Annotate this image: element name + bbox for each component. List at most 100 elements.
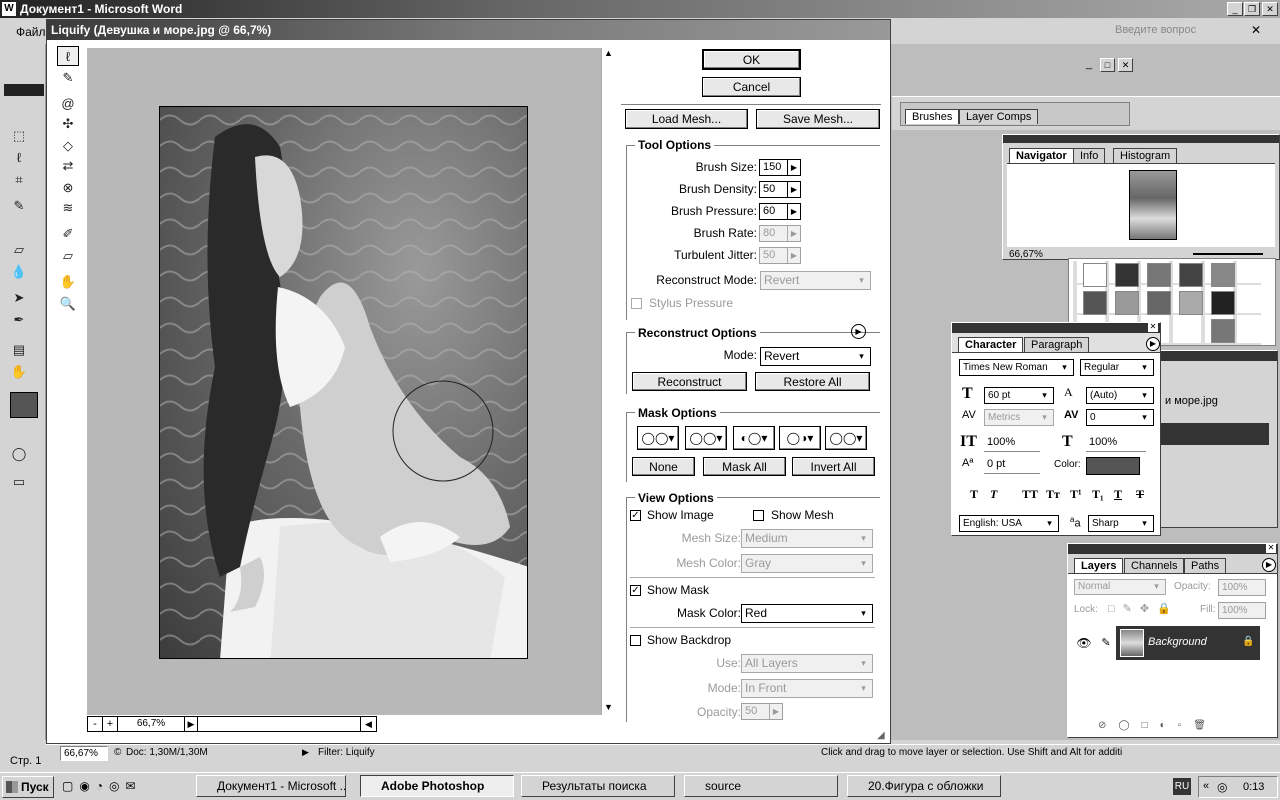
backdrop-mode-select[interactable]: In Front ▾: [741, 679, 873, 698]
close-icon[interactable]: ✕: [1148, 322, 1158, 332]
kerning-select[interactable]: Metrics ▾: [984, 409, 1054, 426]
faux-italic-button[interactable]: T: [990, 487, 997, 502]
brush-rate-field[interactable]: 80 ▶: [759, 225, 801, 242]
mesh-color-select[interactable]: Gray ▾: [741, 554, 873, 573]
language-indicator[interactable]: RU: [1173, 778, 1191, 795]
eraser-tool-icon[interactable]: ▱: [8, 240, 30, 260]
horizontal-scale-field[interactable]: 100%: [1086, 435, 1146, 452]
minimize-button[interactable]: _: [1227, 2, 1243, 16]
close-icon[interactable]: ✕: [1266, 543, 1276, 553]
tab-navigator[interactable]: Navigator: [1009, 148, 1074, 163]
close-button[interactable]: ✕: [1262, 2, 1278, 16]
font-style-select[interactable]: Regular ▾: [1080, 359, 1154, 376]
brush-size-field[interactable]: 150 ▶: [759, 159, 801, 176]
scroll-down-arrow-icon[interactable]: ▼: [604, 702, 613, 712]
blend-mode-select[interactable]: Normal ▾: [1074, 579, 1166, 595]
mask-color-select[interactable]: Red ▾: [741, 604, 873, 623]
crop-tool-icon[interactable]: ⌗: [8, 170, 30, 190]
foreground-color[interactable]: [10, 392, 38, 418]
ok-button[interactable]: OK: [702, 49, 801, 70]
text-color-swatch[interactable]: [1086, 457, 1140, 475]
zoom-out-button[interactable]: -: [88, 717, 103, 731]
push-left-tool-icon[interactable]: ⇄: [57, 156, 79, 176]
history-selected-row[interactable]: [1157, 423, 1269, 445]
pen-tool-icon[interactable]: ✒: [8, 310, 30, 330]
intersect-selection-button[interactable]: ◯◑▾: [779, 426, 821, 450]
reconstruct-button[interactable]: Reconstruct: [632, 372, 747, 391]
show-image-checkbox[interactable]: ✓: [630, 510, 641, 521]
screen-mode-icon[interactable]: ▭: [8, 472, 30, 492]
reconstruct-menu-icon[interactable]: ▶: [851, 324, 866, 339]
bloat-tool-icon[interactable]: ◇: [57, 136, 79, 156]
font-size-select[interactable]: 60 pt ▾: [984, 387, 1054, 404]
tab-paragraph[interactable]: Paragraph: [1024, 337, 1090, 352]
scroll-up-arrow-icon[interactable]: ▲: [604, 48, 613, 58]
arrow-right-icon[interactable]: ▶: [769, 704, 782, 719]
style-swatch[interactable]: [1147, 263, 1171, 287]
forward-warp-tool-icon[interactable]: ℓ: [57, 46, 79, 66]
invert-selection-button[interactable]: ◯◯▾: [825, 426, 867, 450]
lock-icons[interactable]: □✎✥🔒: [1108, 602, 1179, 615]
faux-bold-button[interactable]: T: [970, 487, 978, 502]
layer-opacity-field[interactable]: 100%: [1218, 579, 1266, 596]
backdrop-opacity-field[interactable]: 50 ▶: [741, 703, 783, 720]
reconstruct-mode-select[interactable]: Revert ▾: [760, 271, 871, 290]
mesh-size-select[interactable]: Medium ▾: [741, 529, 873, 548]
hand-tool-icon[interactable]: ✋: [8, 362, 30, 382]
restore-all-button[interactable]: Restore All: [755, 372, 870, 391]
preview-vscrollbar[interactable]: ▲ ▼: [601, 48, 616, 715]
style-swatch[interactable]: [1179, 291, 1203, 315]
taskbar-item-word[interactable]: Документ1 - Microsoft ...: [196, 775, 346, 797]
thaw-mask-tool-icon[interactable]: ▱: [57, 246, 79, 266]
turbulence-tool-icon[interactable]: ≋: [57, 198, 79, 218]
blur-tool-icon[interactable]: 💧: [8, 262, 30, 282]
brush-density-field[interactable]: 50 ▶: [759, 181, 801, 198]
status-zoom[interactable]: 66,67%: [60, 746, 108, 761]
lasso-tool-icon[interactable]: ℓ: [8, 148, 30, 168]
marquee-tool-icon[interactable]: ⬚: [8, 126, 30, 146]
maximize-icon[interactable]: □: [1100, 58, 1115, 72]
brush-tool-icon[interactable]: ✎: [8, 196, 30, 216]
underline-button[interactable]: T: [1114, 487, 1122, 502]
arrow-right-icon[interactable]: ▶: [787, 160, 800, 175]
tab-layers[interactable]: Layers: [1074, 558, 1124, 573]
show-mesh-checkbox[interactable]: [753, 510, 764, 521]
zoom-tool-icon[interactable]: 🔍: [57, 294, 79, 314]
navigator-zoom[interactable]: 66,67%: [1009, 249, 1043, 260]
brush-pressure-field[interactable]: 60 ▶: [759, 203, 801, 220]
show-backdrop-checkbox[interactable]: [630, 635, 641, 646]
style-swatch[interactable]: [1211, 291, 1235, 315]
tab-brushes[interactable]: Brushes: [905, 109, 960, 124]
status-menu-arrow-icon[interactable]: ▶: [302, 747, 309, 758]
quicklaunch-icons[interactable]: ▢◉◔◎✉: [62, 779, 142, 793]
antialias-select[interactable]: Sharp ▾: [1088, 515, 1154, 532]
style-swatch[interactable]: [1115, 263, 1139, 287]
font-family-select[interactable]: Times New Roman ▾: [959, 359, 1074, 376]
layer-row-background[interactable]: 👁 ✎ Background 🔒: [1072, 626, 1260, 660]
arrow-right-icon[interactable]: ▶: [787, 182, 800, 197]
zoom-value[interactable]: 66,7%: [118, 717, 184, 731]
vertical-scale-field[interactable]: 100%: [984, 435, 1040, 452]
close-doc-icon[interactable]: ✕: [1251, 23, 1261, 37]
notes-tool-icon[interactable]: ▤: [8, 340, 30, 360]
invert-all-button[interactable]: Invert All: [792, 457, 875, 476]
baseline-shift-field[interactable]: 0 pt: [984, 457, 1040, 474]
taskbar-item-source[interactable]: source: [684, 775, 838, 797]
freeze-mask-tool-icon[interactable]: ✐: [57, 224, 79, 244]
twirl-tool-icon[interactable]: @: [57, 94, 79, 114]
tab-histogram[interactable]: Histogram: [1113, 148, 1178, 163]
replace-selection-button[interactable]: ◯◯▾: [637, 426, 679, 450]
recon-mode-select[interactable]: Revert ▾: [760, 347, 871, 366]
language-select[interactable]: English: USA ▾: [959, 515, 1059, 532]
restore-button[interactable]: ❐: [1244, 2, 1260, 16]
hand-tool-icon[interactable]: ✋: [57, 272, 79, 292]
style-swatch[interactable]: [1211, 319, 1235, 343]
tab-paths[interactable]: Paths: [1184, 558, 1227, 573]
minimize-icon[interactable]: _: [1086, 58, 1092, 70]
strikethrough-button[interactable]: T: [1136, 487, 1144, 502]
tab-info[interactable]: Info: [1073, 148, 1106, 163]
all-caps-button[interactable]: TT: [1022, 487, 1038, 502]
tab-character[interactable]: Character: [958, 337, 1024, 352]
style-swatch[interactable]: [1211, 263, 1235, 287]
superscript-button[interactable]: T¹: [1070, 487, 1082, 502]
